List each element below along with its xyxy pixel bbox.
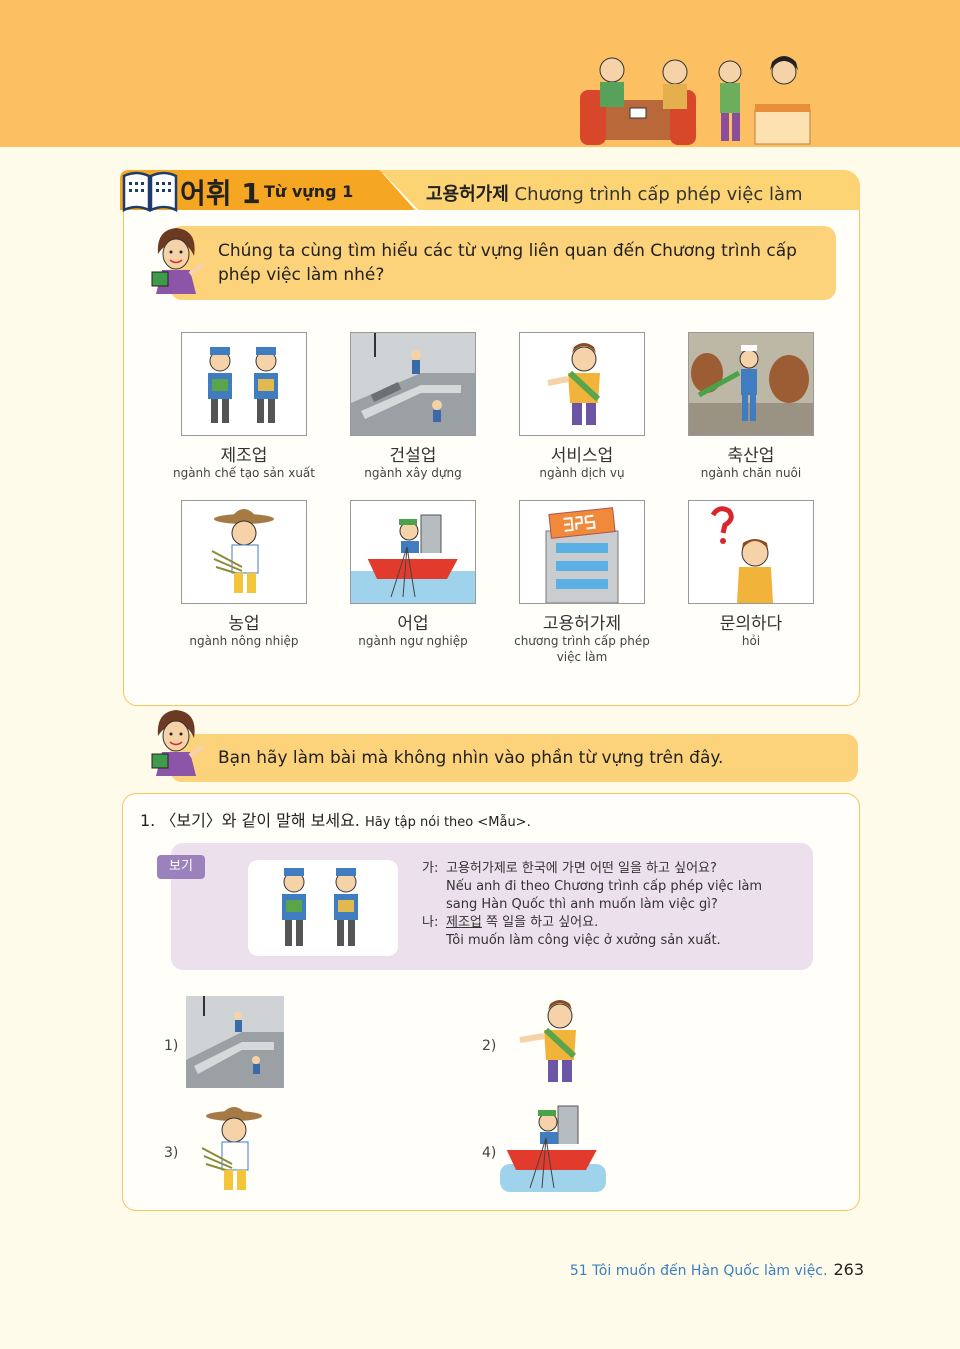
vocab-item: 서비스업 ngành dịch vụ (497, 332, 667, 482)
service-worker-icon (519, 332, 645, 436)
construction-site-icon (186, 996, 284, 1088)
dialog-a-vietnamese-2: sang Hàn Quốc thì anh muốn làm việc gì? (446, 896, 718, 912)
question-number: 2) (482, 1038, 497, 1054)
vocab-item: 축산업 ngành chăn nuôi (666, 332, 836, 482)
example-dialog: 가: 고용허가제로 한국에 가면 어떤 일을 하고 싶어요? Nếu anh đi… (422, 860, 762, 950)
exercise-heading: 1. 〈보기〉와 같이 말해 보세요. Hãy tập nói theo <Mẫ… (140, 807, 531, 831)
instruction-text: Bạn hãy làm bài mà không nhìn vào phần t… (218, 748, 724, 768)
vocab-korean: 농업 (228, 614, 260, 634)
vocab-korean: 건설업 (389, 446, 437, 466)
factory-workers-icon (248, 860, 398, 956)
vocab-korean: 서비스업 (550, 446, 614, 466)
fishing-boat-icon (500, 1105, 606, 1192)
exercise-heading-vietnamese: Hãy tập nói theo <Mẫu>. (365, 815, 531, 830)
dialog-a-korean: 고용허가제로 한국에 가면 어떤 일을 하고 싶어요? (446, 861, 717, 876)
question-number: 4) (482, 1145, 497, 1161)
vocab-vietnamese: ngành dịch vụ (539, 466, 625, 480)
vocab-korean: 어업 (397, 614, 429, 634)
topic-korean: 고용허가제 (426, 184, 509, 205)
vocab-vietnamese: hỏi (741, 634, 761, 648)
vocab-vietnamese: ngành chế tạo sản xuất (172, 466, 315, 480)
question-number: 1) (164, 1038, 179, 1054)
question-number: 3) (164, 1145, 179, 1161)
page-number: 263 (833, 1260, 864, 1279)
farmer-icon (181, 500, 307, 604)
teacher-icon (151, 710, 206, 776)
speaker-a: 가: (422, 861, 439, 876)
footer-lesson: 51 Tôi muốn đến Hàn Quốc làm việc. (569, 1263, 828, 1279)
intro-text: Chúng ta cùng tìm hiểu các từ vựng liên … (218, 241, 797, 285)
vocab-item: 문의하다 hỏi (666, 500, 836, 650)
office-scene-illustration (580, 56, 811, 145)
question-person-icon (688, 500, 814, 604)
vocab-item: 농업 ngành nông nhiệp (159, 500, 329, 650)
lesson-title-korean: 어휘 1 (180, 177, 261, 210)
dialog-b-vietnamese: Tôi muốn làm công việc ở xưởng sản xuất. (446, 932, 721, 948)
intro-speech-bubble: Chúng ta cùng tìm hiểu các từ vựng liên … (170, 226, 836, 300)
construction-site-icon (350, 332, 476, 436)
vocab-vietnamese: ngành nông nhiệp (189, 634, 299, 648)
exercise-heading-korean: 1. 〈보기〉와 같이 말해 보세요. (140, 811, 360, 830)
vocab-korean: 제조업 (220, 446, 268, 466)
vocab-item: 어업 ngành ngư nghiệp (328, 500, 498, 650)
vocab-item: 제조업 ngành chế tạo sản xuất (159, 332, 329, 482)
service-worker-icon (519, 1000, 577, 1082)
book-icon (122, 171, 178, 212)
topic-title: 고용허가제 Chương trình cấp phép việc làm (426, 180, 803, 206)
vocab-vietnamese: ngành xây dựng (364, 466, 462, 480)
eps-building-icon (519, 500, 645, 604)
vocab-vietnamese: chương trình cấp phép việc làm (514, 634, 650, 664)
vocab-korean: 문의하다 (719, 614, 783, 634)
dialog-b-korean: 쪽 일을 하고 싶어요. (481, 914, 599, 930)
dialog-b-keyword: 제조업 (446, 914, 482, 930)
fishing-boat-icon (350, 500, 476, 604)
topic-vietnamese: Chương trình cấp phép việc làm (514, 184, 803, 205)
lesson-title-vietnamese: Từ vựng 1 (264, 182, 354, 201)
teacher-icon (151, 228, 206, 294)
livestock-icon (688, 332, 814, 436)
vocab-vietnamese: ngành chăn nuôi (700, 466, 802, 480)
vocab-item: 건설업 ngành xây dựng (328, 332, 498, 482)
instruction-speech-bubble: Bạn hãy làm bài mà không nhìn vào phần t… (170, 734, 858, 782)
vocab-korean: 고용허가제 (542, 614, 622, 634)
speaker-b: 나: (422, 914, 439, 930)
vocab-korean: 축산업 (727, 446, 775, 466)
factory-workers-icon (181, 332, 307, 436)
dialog-a-vietnamese-1: Nếu anh đi theo Chương trình cấp phép vi… (446, 878, 763, 894)
example-tag: 보기 (157, 855, 205, 879)
page-footer: 51 Tôi muốn đến Hàn Quốc làm việc. 263 (570, 1260, 864, 1279)
vocab-vietnamese: ngành ngư nghiệp (358, 634, 468, 648)
vocab-item: 고용허가제 chương trình cấp phép việc làm (497, 500, 667, 665)
farmer-icon (201, 1107, 262, 1190)
